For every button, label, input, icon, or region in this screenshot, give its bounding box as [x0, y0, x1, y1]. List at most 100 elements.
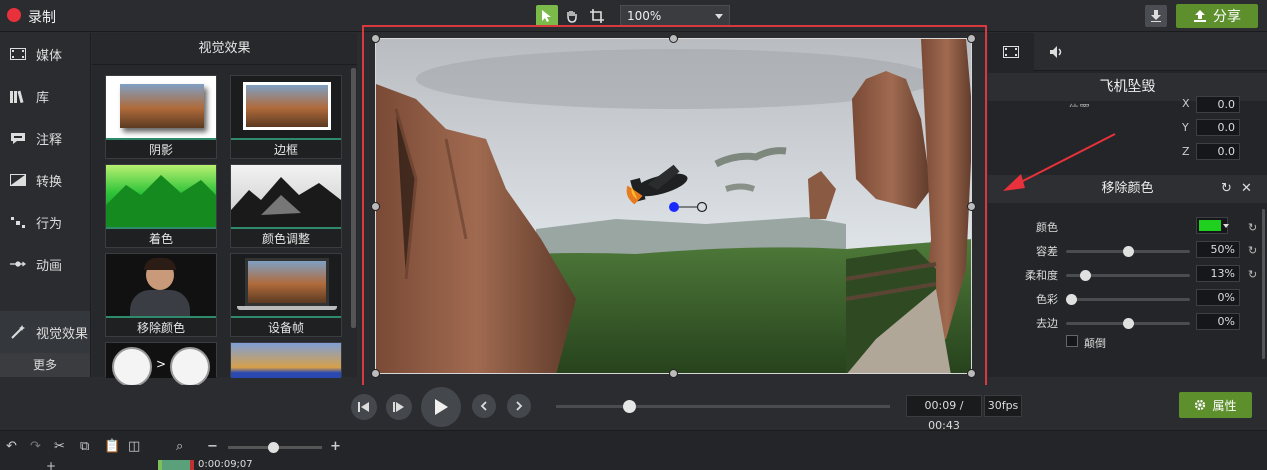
timeline-zoom-slider[interactable] — [228, 442, 322, 453]
hue-value[interactable]: 0% — [1196, 289, 1240, 306]
film-strip-icon — [1003, 46, 1019, 58]
reset-icon[interactable]: ↻ — [1248, 268, 1257, 281]
crop-icon[interactable] — [586, 5, 608, 27]
step-forward-button[interactable] — [386, 394, 412, 420]
properties-label: 属性 — [1212, 398, 1237, 413]
download-button[interactable] — [1145, 5, 1167, 27]
play-button[interactable] — [421, 387, 461, 427]
reset-icon[interactable]: ↻ — [1248, 221, 1257, 234]
effect-thumb-color-adjust[interactable]: 颜色调整 — [230, 164, 342, 248]
playback-scrubber[interactable] — [556, 400, 890, 413]
pan-hand-icon[interactable] — [561, 5, 583, 27]
properties-button[interactable]: 属性 — [1179, 392, 1252, 418]
sidebar-item-visual-effects[interactable]: 视觉效果 — [0, 311, 90, 353]
gear-icon — [1195, 399, 1206, 411]
sidebar-item-media[interactable]: 媒体 — [0, 33, 90, 75]
time-display: 00:09 / 00:43 — [906, 395, 982, 432]
position-z-input[interactable]: 0.0 — [1196, 143, 1240, 160]
play-icon — [435, 399, 448, 415]
position-y-input[interactable]: 0.0 — [1196, 119, 1240, 136]
next-button[interactable] — [507, 394, 531, 418]
position-label: 位置 — [1068, 101, 1090, 107]
sidebar-item-behaviors[interactable]: 行为 — [0, 201, 90, 243]
split-icon[interactable]: ◫ — [128, 439, 140, 454]
close-icon[interactable]: ✕ — [1241, 175, 1252, 203]
invert-label: 颠倒 — [1084, 337, 1106, 350]
search-icon[interactable]: ⌕ — [176, 439, 183, 454]
copy-icon[interactable]: ⧉ — [80, 439, 89, 454]
effect-thumb-gradient[interactable] — [230, 342, 342, 378]
slider-label: 容差 — [1036, 245, 1058, 258]
effect-thumb-device-frame[interactable]: 设备帧 — [230, 253, 342, 337]
softness-value[interactable]: 13% — [1196, 265, 1240, 282]
effect-thumb-remove-color[interactable]: 移除颜色 — [105, 253, 217, 337]
color-label: 颜色 — [1036, 221, 1058, 234]
tab-audio-properties[interactable] — [1034, 33, 1080, 71]
properties-panel: 飞机坠毁 位置 X 0.0 Y 0.0 Z 0.0 移除颜色 ↻ ✕ 颜色 ↻ … — [988, 33, 1267, 377]
previous-button[interactable] — [472, 394, 496, 418]
properties-tabs — [988, 33, 1267, 71]
sidebar: 媒体 库 注释 转换 行为 动画 视觉效果 更多 — [0, 33, 91, 377]
sidebar-item-label: 视觉效果 — [36, 326, 89, 342]
share-label: 分享 — [1213, 9, 1241, 25]
download-icon — [1151, 10, 1161, 22]
add-track-icon[interactable]: + — [46, 459, 56, 470]
effect-thumb-colorize[interactable]: 着色 — [105, 164, 217, 248]
hue-slider[interactable] — [1066, 294, 1190, 305]
scrubber-handle[interactable] — [623, 400, 637, 413]
tolerance-value[interactable]: 50% — [1196, 241, 1240, 258]
cut-icon[interactable]: ✂ — [54, 439, 65, 454]
effect-preview — [231, 165, 341, 227]
effect-preview — [231, 76, 341, 138]
step-back-icon — [358, 402, 369, 412]
reset-icon[interactable]: ↻ — [1221, 175, 1232, 203]
zoom-out-icon[interactable]: − — [207, 439, 218, 454]
record-icon[interactable] — [7, 8, 21, 22]
sidebar-item-animations[interactable]: 动画 — [0, 243, 90, 285]
zoom-in-icon[interactable]: + — [330, 439, 341, 454]
effect-thumb-clock[interactable]: > — [105, 342, 217, 387]
slider-handle[interactable] — [1066, 294, 1077, 305]
slider-label: 柔和度 — [1025, 269, 1058, 282]
step-back-button[interactable] — [351, 394, 377, 420]
redo-icon[interactable]: ↷ — [30, 439, 41, 454]
undo-icon[interactable]: ↶ — [6, 439, 17, 454]
color-picker[interactable] — [1196, 217, 1229, 234]
tolerance-slider[interactable] — [1066, 246, 1190, 257]
slider-handle[interactable] — [1080, 270, 1091, 281]
select-tool-icon[interactable] — [536, 5, 558, 27]
sidebar-item-library[interactable]: 库 — [0, 75, 90, 117]
tab-visual-properties[interactable] — [988, 33, 1034, 71]
effects-scrollbar[interactable] — [351, 68, 356, 328]
sidebar-item-annotations[interactable]: 注释 — [0, 117, 90, 159]
film-strip-icon — [10, 47, 26, 61]
playhead-marker[interactable] — [158, 460, 194, 470]
paste-icon[interactable]: 📋 — [104, 439, 120, 454]
effect-preview — [106, 76, 216, 138]
slider-handle[interactable] — [268, 442, 279, 453]
reset-icon[interactable]: ↻ — [1248, 244, 1257, 257]
share-button[interactable]: 分享 — [1176, 4, 1258, 28]
slider-handle[interactable] — [1123, 318, 1134, 329]
softness-slider[interactable] — [1066, 270, 1190, 281]
zoom-value: 100% — [627, 9, 662, 23]
defringe-slider[interactable] — [1066, 318, 1190, 329]
slider-handle[interactable] — [1123, 246, 1134, 257]
record-label[interactable]: 录制 — [28, 7, 56, 27]
properties-scrollbar[interactable] — [1262, 209, 1265, 359]
more-button[interactable]: 更多 — [0, 353, 90, 377]
defringe-value[interactable]: 0% — [1196, 313, 1240, 330]
sidebar-item-label: 库 — [36, 90, 50, 106]
effect-thumb-shadow[interactable]: 阴影 — [105, 75, 217, 159]
effect-label: 设备帧 — [231, 316, 341, 336]
invert-checkbox[interactable] — [1066, 335, 1078, 347]
animation-icon — [10, 257, 26, 271]
zoom-select[interactable]: 100% — [620, 5, 730, 27]
effect-thumb-border[interactable]: 边框 — [230, 75, 342, 159]
highlight-frame — [362, 25, 987, 387]
sidebar-item-label: 媒体 — [36, 48, 63, 64]
effect-label: 边框 — [231, 138, 341, 158]
step-forward-icon — [393, 402, 404, 412]
position-x-input[interactable]: 0.0 — [1196, 96, 1240, 113]
sidebar-item-transitions[interactable]: 转换 — [0, 159, 90, 201]
